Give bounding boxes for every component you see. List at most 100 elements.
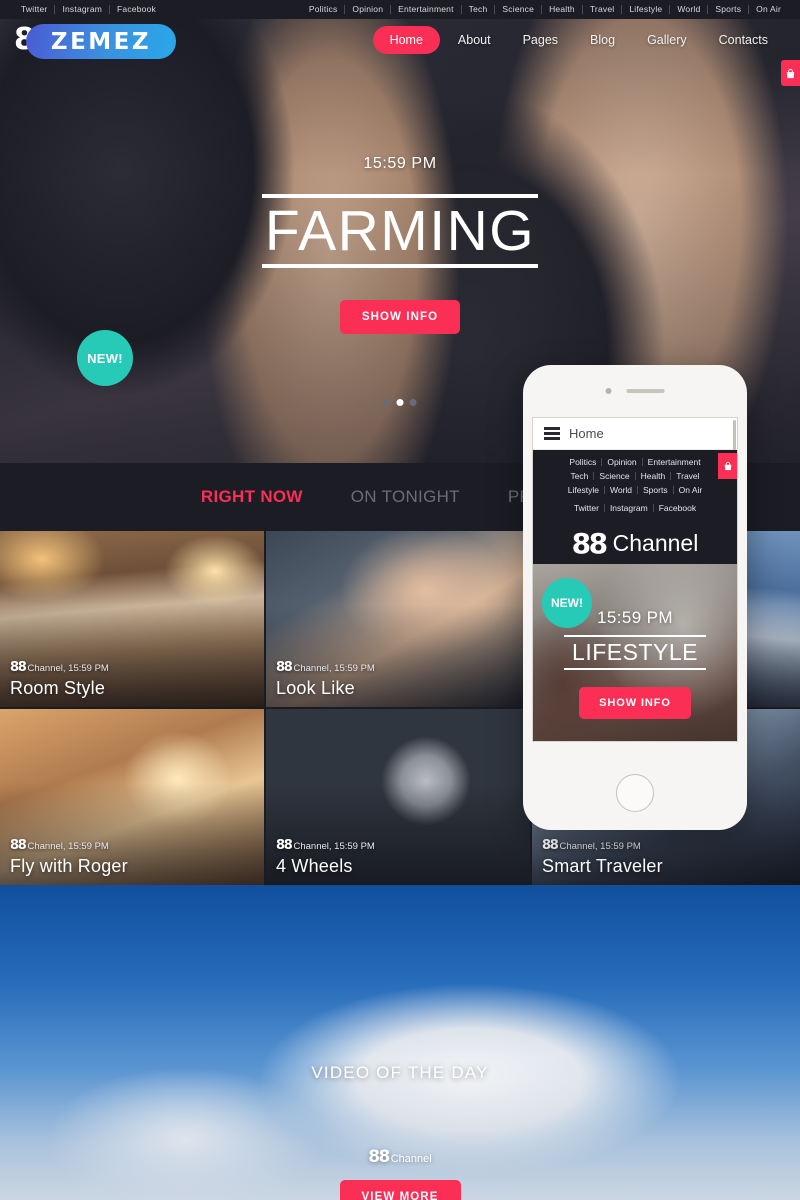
card-meta: 88 Channel, 15:59 PM — [10, 838, 109, 853]
nav-item-contacts[interactable]: Contacts — [705, 26, 782, 54]
phone-new-badge[interactable]: NEW! — [542, 578, 592, 628]
hero-title-frame: FARMING — [262, 194, 538, 268]
cart-icon[interactable] — [781, 60, 800, 86]
phone-nav-opinion[interactable]: Opinion — [602, 455, 641, 469]
nav-item-blog[interactable]: Blog — [576, 26, 629, 54]
topbar-cat-onair[interactable]: On Air — [749, 0, 788, 19]
topbar-social-facebook[interactable]: Facebook — [110, 0, 163, 19]
tab-right-now[interactable]: RIGHT NOW — [201, 487, 303, 507]
hero-show-info-button[interactable]: SHOW INFO — [339, 300, 461, 334]
card-meta: 88 Channel, 15:59 PM — [10, 660, 109, 675]
phone-cart-icon[interactable] — [718, 453, 737, 479]
card-meta-text: Channel, 15:59 PM — [559, 841, 641, 852]
phone-nav-onair[interactable]: On Air — [674, 483, 708, 497]
topbar-cat-science[interactable]: Science — [495, 0, 541, 19]
phone-nav-twitter[interactable]: Twitter — [569, 501, 604, 515]
burger-line — [544, 432, 560, 435]
topbar-cat-world[interactable]: World — [670, 0, 707, 19]
hero-dot-3[interactable] — [409, 399, 417, 406]
video-section-title: VIDEO OF THE DAY — [311, 1063, 489, 1082]
burger-line — [544, 437, 560, 440]
phone-speaker-group — [605, 388, 665, 394]
topbar-social-instagram[interactable]: Instagram — [55, 0, 109, 19]
hero-title: FARMING — [264, 199, 536, 263]
phone-mockup: Home Politics Opinion Entertainment Tech… — [523, 365, 747, 830]
phone-nav-travel[interactable]: Travel — [671, 469, 704, 483]
card-meta-text: Channel, 15:59 PM — [27, 663, 109, 674]
topbar-cat-politics[interactable]: Politics — [302, 0, 345, 19]
card-meta-text: Channel, 15:59 PM — [293, 663, 375, 674]
table-row[interactable]: 88 Channel, 15:59 PM Fly with Roger — [0, 709, 264, 885]
hero-dot-1[interactable] — [383, 399, 391, 406]
phone-nav-row-3: Lifestyle World Sports On Air — [533, 483, 737, 497]
speaker-grill-icon — [626, 389, 665, 393]
video-channel-logo: 88 Channel — [368, 1147, 431, 1167]
camera-icon — [605, 388, 612, 394]
table-row[interactable]: 88 Channel, 15:59 PM 4 Wheels — [266, 709, 530, 885]
phone-home-button[interactable] — [616, 774, 654, 812]
card-meta-text: Channel, 15:59 PM — [293, 841, 375, 852]
table-row[interactable]: 88 Channel, 15:59 PM Look Like — [266, 531, 530, 707]
card-logo-mark: 88 — [276, 660, 293, 675]
card-title: Smart Traveler — [542, 856, 663, 876]
phone-hero-time: 15:59 PM — [597, 608, 673, 627]
phone-nav-entertainment[interactable]: Entertainment — [643, 455, 706, 469]
phone-nav-facebook[interactable]: Facebook — [654, 501, 701, 515]
nav-item-home[interactable]: Home — [372, 26, 440, 54]
nav-item-about[interactable]: About — [444, 26, 505, 54]
hero-dot-2[interactable] — [396, 399, 404, 406]
phone-nav-row-1: Politics Opinion Entertainment — [533, 455, 737, 469]
hero-time: 15:59 PM — [363, 155, 437, 172]
phone-screen: Home Politics Opinion Entertainment Tech… — [532, 417, 738, 742]
hamburger-menu-icon[interactable] — [544, 427, 560, 440]
video-logo-mark: 88 — [368, 1147, 390, 1167]
phone-nav-world[interactable]: World — [605, 483, 637, 497]
card-meta: 88 Channel, 15:59 PM — [276, 838, 375, 853]
phone-nav-instagram[interactable]: Instagram — [605, 501, 653, 515]
view-more-button[interactable]: VIEW MORE — [339, 1180, 461, 1200]
phone-logo-mark: 88 — [571, 526, 608, 560]
phone-nav-row-social: Twitter Instagram Facebook — [533, 501, 737, 515]
card-meta-text: Channel, 15:59 PM — [27, 841, 109, 852]
new-badge[interactable]: NEW! — [77, 330, 133, 386]
topbar-cat-entertainment[interactable]: Entertainment — [391, 0, 461, 19]
phone-nav-health[interactable]: Health — [636, 469, 671, 483]
hero-slider-dots — [383, 399, 417, 406]
phone-nav-tech[interactable]: Tech — [565, 469, 593, 483]
main-navigation: Home About Pages Blog Gallery Contacts — [372, 26, 782, 54]
phone-show-info-button[interactable]: SHOW INFO — [579, 687, 691, 719]
topbar-cat-lifestyle[interactable]: Lifestyle — [622, 0, 669, 19]
phone-nav-politics[interactable]: Politics — [564, 455, 601, 469]
topbar-cat-opinion[interactable]: Opinion — [345, 0, 390, 19]
video-logo-word: Channel — [390, 1153, 432, 1165]
topbar-cat-sports[interactable]: Sports — [708, 0, 748, 19]
phone-hero-title: LIFESTYLE — [572, 639, 698, 665]
card-title: 4 Wheels — [276, 856, 353, 876]
table-row[interactable]: 88 Channel, 15:59 PM Room Style — [0, 531, 264, 707]
phone-nav-lifestyle[interactable]: Lifestyle — [563, 483, 604, 497]
topbar-cat-travel[interactable]: Travel — [583, 0, 622, 19]
phone-channel-logo: 88 Channel — [533, 522, 737, 564]
topbar-cat-tech[interactable]: Tech — [462, 0, 495, 19]
top-bar-social-links: Twitter Instagram Facebook — [14, 0, 163, 19]
nav-item-gallery[interactable]: Gallery — [633, 26, 701, 54]
card-meta: 88 Channel, 15:59 PM — [276, 660, 375, 675]
phone-nav-sports[interactable]: Sports — [638, 483, 673, 497]
phone-nav-science[interactable]: Science — [594, 469, 634, 483]
card-logo-mark: 88 — [10, 660, 27, 675]
nav-item-pages[interactable]: Pages — [509, 26, 572, 54]
topbar-cat-health[interactable]: Health — [542, 0, 582, 19]
card-logo-mark: 88 — [542, 838, 559, 853]
card-logo-mark: 88 — [276, 838, 293, 853]
phone-nav-row-2: Tech Science Health Travel — [533, 469, 737, 483]
phone-top-bar: Home — [533, 418, 737, 450]
cart-glyph — [786, 68, 795, 78]
card-title: Look Like — [276, 678, 355, 698]
video-content: VIDEO OF THE DAY 88 Channel VIEW MORE — [0, 885, 800, 1200]
top-bar-category-links: Politics Opinion Entertainment Tech Scie… — [302, 0, 788, 19]
tab-on-tonight[interactable]: ON TONIGHT — [351, 487, 460, 507]
video-of-the-day-section: VIDEO OF THE DAY 88 Channel VIEW MORE — [0, 885, 800, 1200]
zemez-label: ZEMEZ — [50, 28, 152, 55]
topbar-social-twitter[interactable]: Twitter — [14, 0, 54, 19]
phone-menu-label: Home — [569, 426, 604, 441]
